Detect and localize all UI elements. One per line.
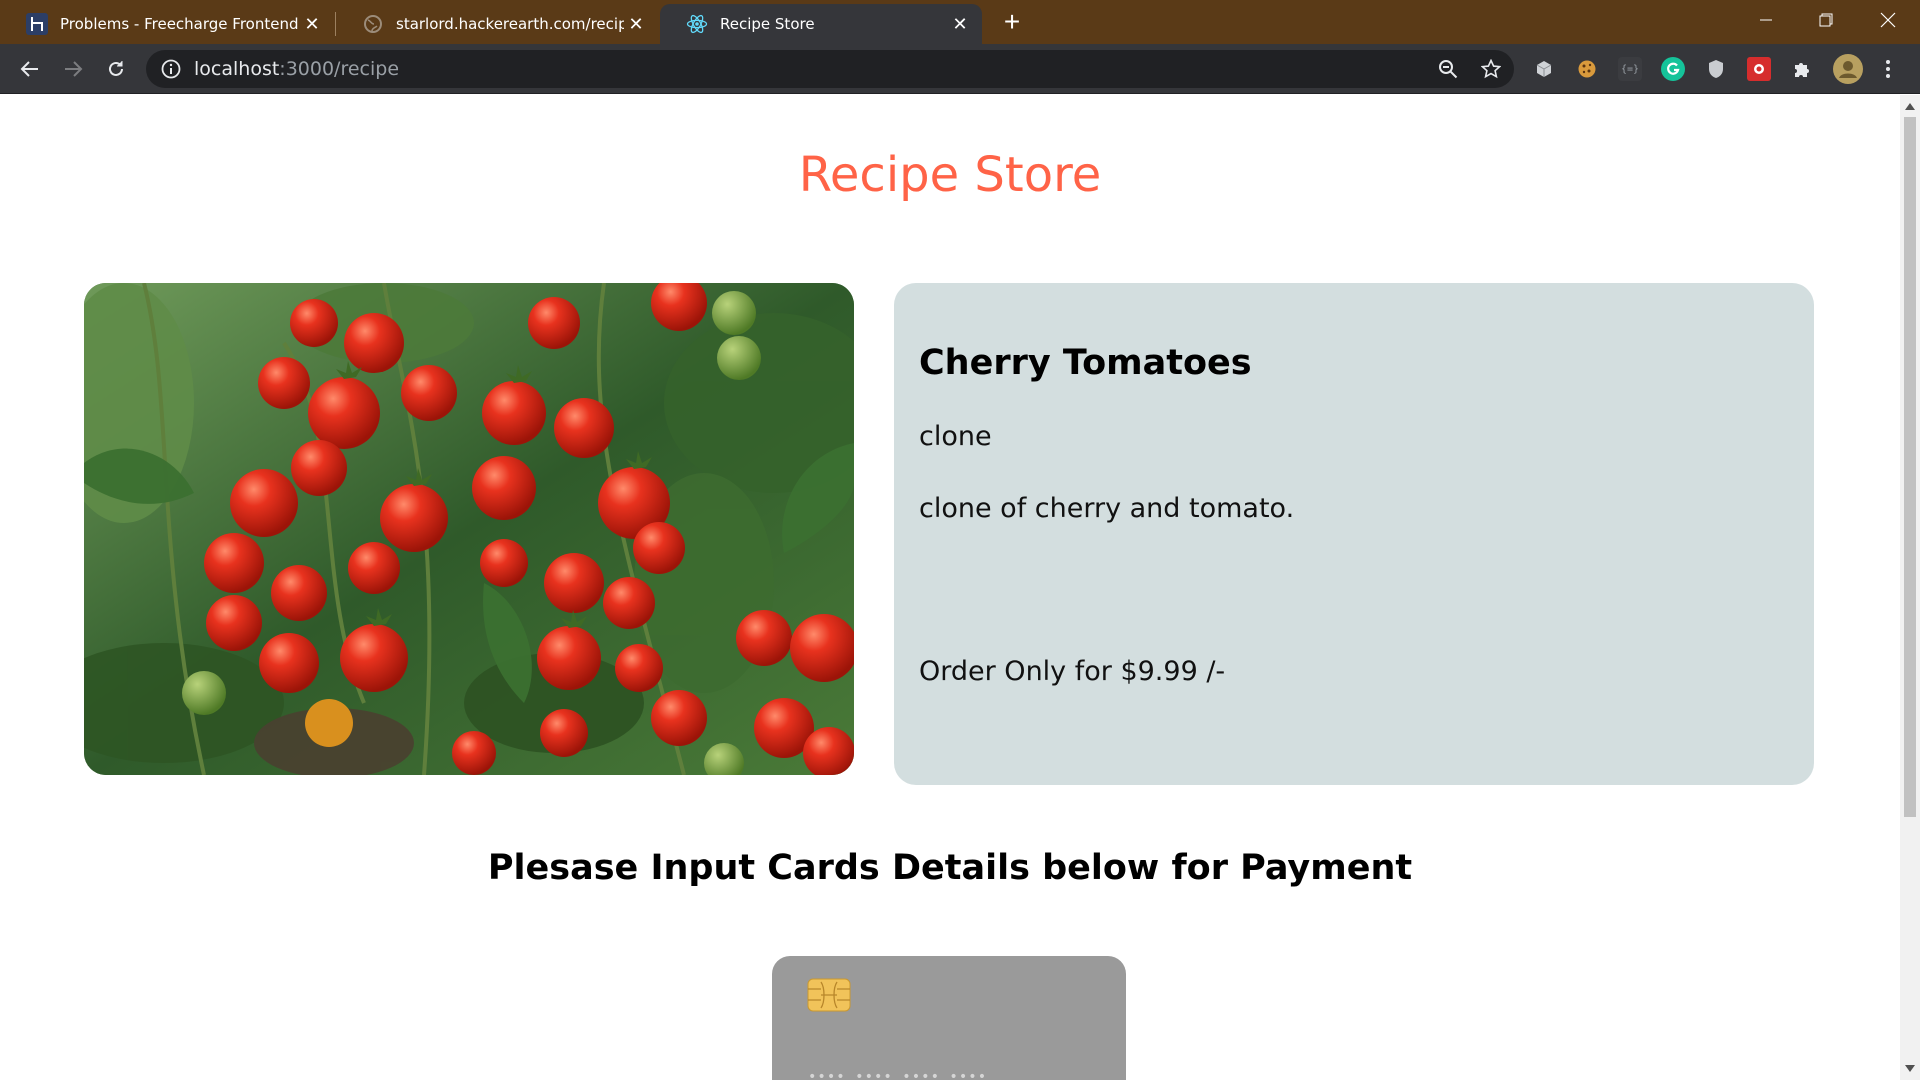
minimize-button[interactable] xyxy=(1738,0,1794,40)
globe-icon xyxy=(362,13,384,35)
recipe-description: clone of cherry and tomato. xyxy=(919,493,1295,524)
page-content: Recipe Store Cherry Tomatoes clone clone… xyxy=(0,95,1900,1080)
card-number-mask: •••• •••• •••• •••• xyxy=(808,1069,988,1080)
recipe-info-card: Cherry Tomatoes clone clone of cherry an… xyxy=(894,283,1814,785)
shield-extension-icon[interactable] xyxy=(1704,57,1728,81)
bookmark-star-icon[interactable] xyxy=(1479,57,1503,81)
tab-recipe-store[interactable]: Recipe Store ✕ xyxy=(660,4,982,44)
url-host: localhost xyxy=(194,58,280,80)
profile-avatar[interactable] xyxy=(1833,54,1863,84)
url-text[interactable]: localhost:3000/recipe xyxy=(194,58,399,80)
tab-starlord[interactable]: starlord.hackerearth.com/recipe ✕ xyxy=(336,4,658,44)
forward-button[interactable] xyxy=(57,53,89,85)
browser-toolbar: localhost:3000/recipe {=} xyxy=(0,44,1920,94)
grammarly-extension-icon[interactable] xyxy=(1661,57,1685,81)
info-icon[interactable] xyxy=(160,58,182,80)
tab-title: Recipe Store xyxy=(720,15,815,33)
zoom-icon[interactable] xyxy=(1436,57,1460,81)
restore-button[interactable] xyxy=(1798,0,1854,40)
page-title: Recipe Store xyxy=(798,147,1102,203)
tab-problems[interactable]: Problems - Freecharge Frontend ✕ xyxy=(0,4,334,44)
scroll-up-arrow-icon[interactable] xyxy=(1905,103,1915,110)
cherry-tomatoes-photo xyxy=(84,283,854,775)
recipe-image xyxy=(84,283,854,775)
kebab-menu-icon[interactable] xyxy=(1880,57,1896,81)
url-path: :3000/recipe xyxy=(279,58,400,80)
close-window-button[interactable] xyxy=(1860,0,1916,40)
hackerearth-icon xyxy=(26,13,48,35)
reload-icon xyxy=(109,61,123,76)
reload-button[interactable] xyxy=(100,53,132,85)
scroll-down-arrow-icon[interactable] xyxy=(1905,1065,1915,1072)
tab-title: starlord.hackerearth.com/recipe xyxy=(396,15,624,33)
react-icon xyxy=(686,13,708,35)
credit-card-preview: •••• •••• •••• •••• xyxy=(772,956,1126,1080)
cube-extension-icon[interactable] xyxy=(1532,57,1556,81)
payment-heading: Plesase Input Cards Details below for Pa… xyxy=(487,848,1413,888)
antivirus-extension-icon[interactable] xyxy=(1747,57,1771,81)
address-bar[interactable]: localhost:3000/recipe xyxy=(146,50,1514,88)
new-tab-button[interactable]: + xyxy=(994,8,1030,36)
page-scrollbar[interactable] xyxy=(1900,95,1920,1080)
scrollbar-thumb[interactable] xyxy=(1904,117,1916,817)
recipe-name: Cherry Tomatoes xyxy=(919,343,1252,383)
close-icon[interactable]: ✕ xyxy=(624,12,648,36)
tab-strip: Problems - Freecharge Frontend ✕ starlor… xyxy=(0,0,1920,44)
card-chip-icon xyxy=(807,978,851,1012)
recipe-category: clone xyxy=(919,421,992,452)
json-extension-icon[interactable]: {=} xyxy=(1618,57,1642,81)
recipe-price: Order Only for $9.99 /- xyxy=(919,656,1226,687)
back-button[interactable] xyxy=(14,53,46,85)
puzzle-extensions-icon[interactable] xyxy=(1790,57,1814,81)
cookie-extension-icon[interactable] xyxy=(1575,57,1599,81)
tab-title: Problems - Freecharge Frontend xyxy=(60,15,299,33)
close-icon[interactable]: ✕ xyxy=(948,12,972,36)
close-icon[interactable]: ✕ xyxy=(300,12,324,36)
arrow-right-icon xyxy=(65,61,83,77)
arrow-left-icon xyxy=(20,61,38,77)
